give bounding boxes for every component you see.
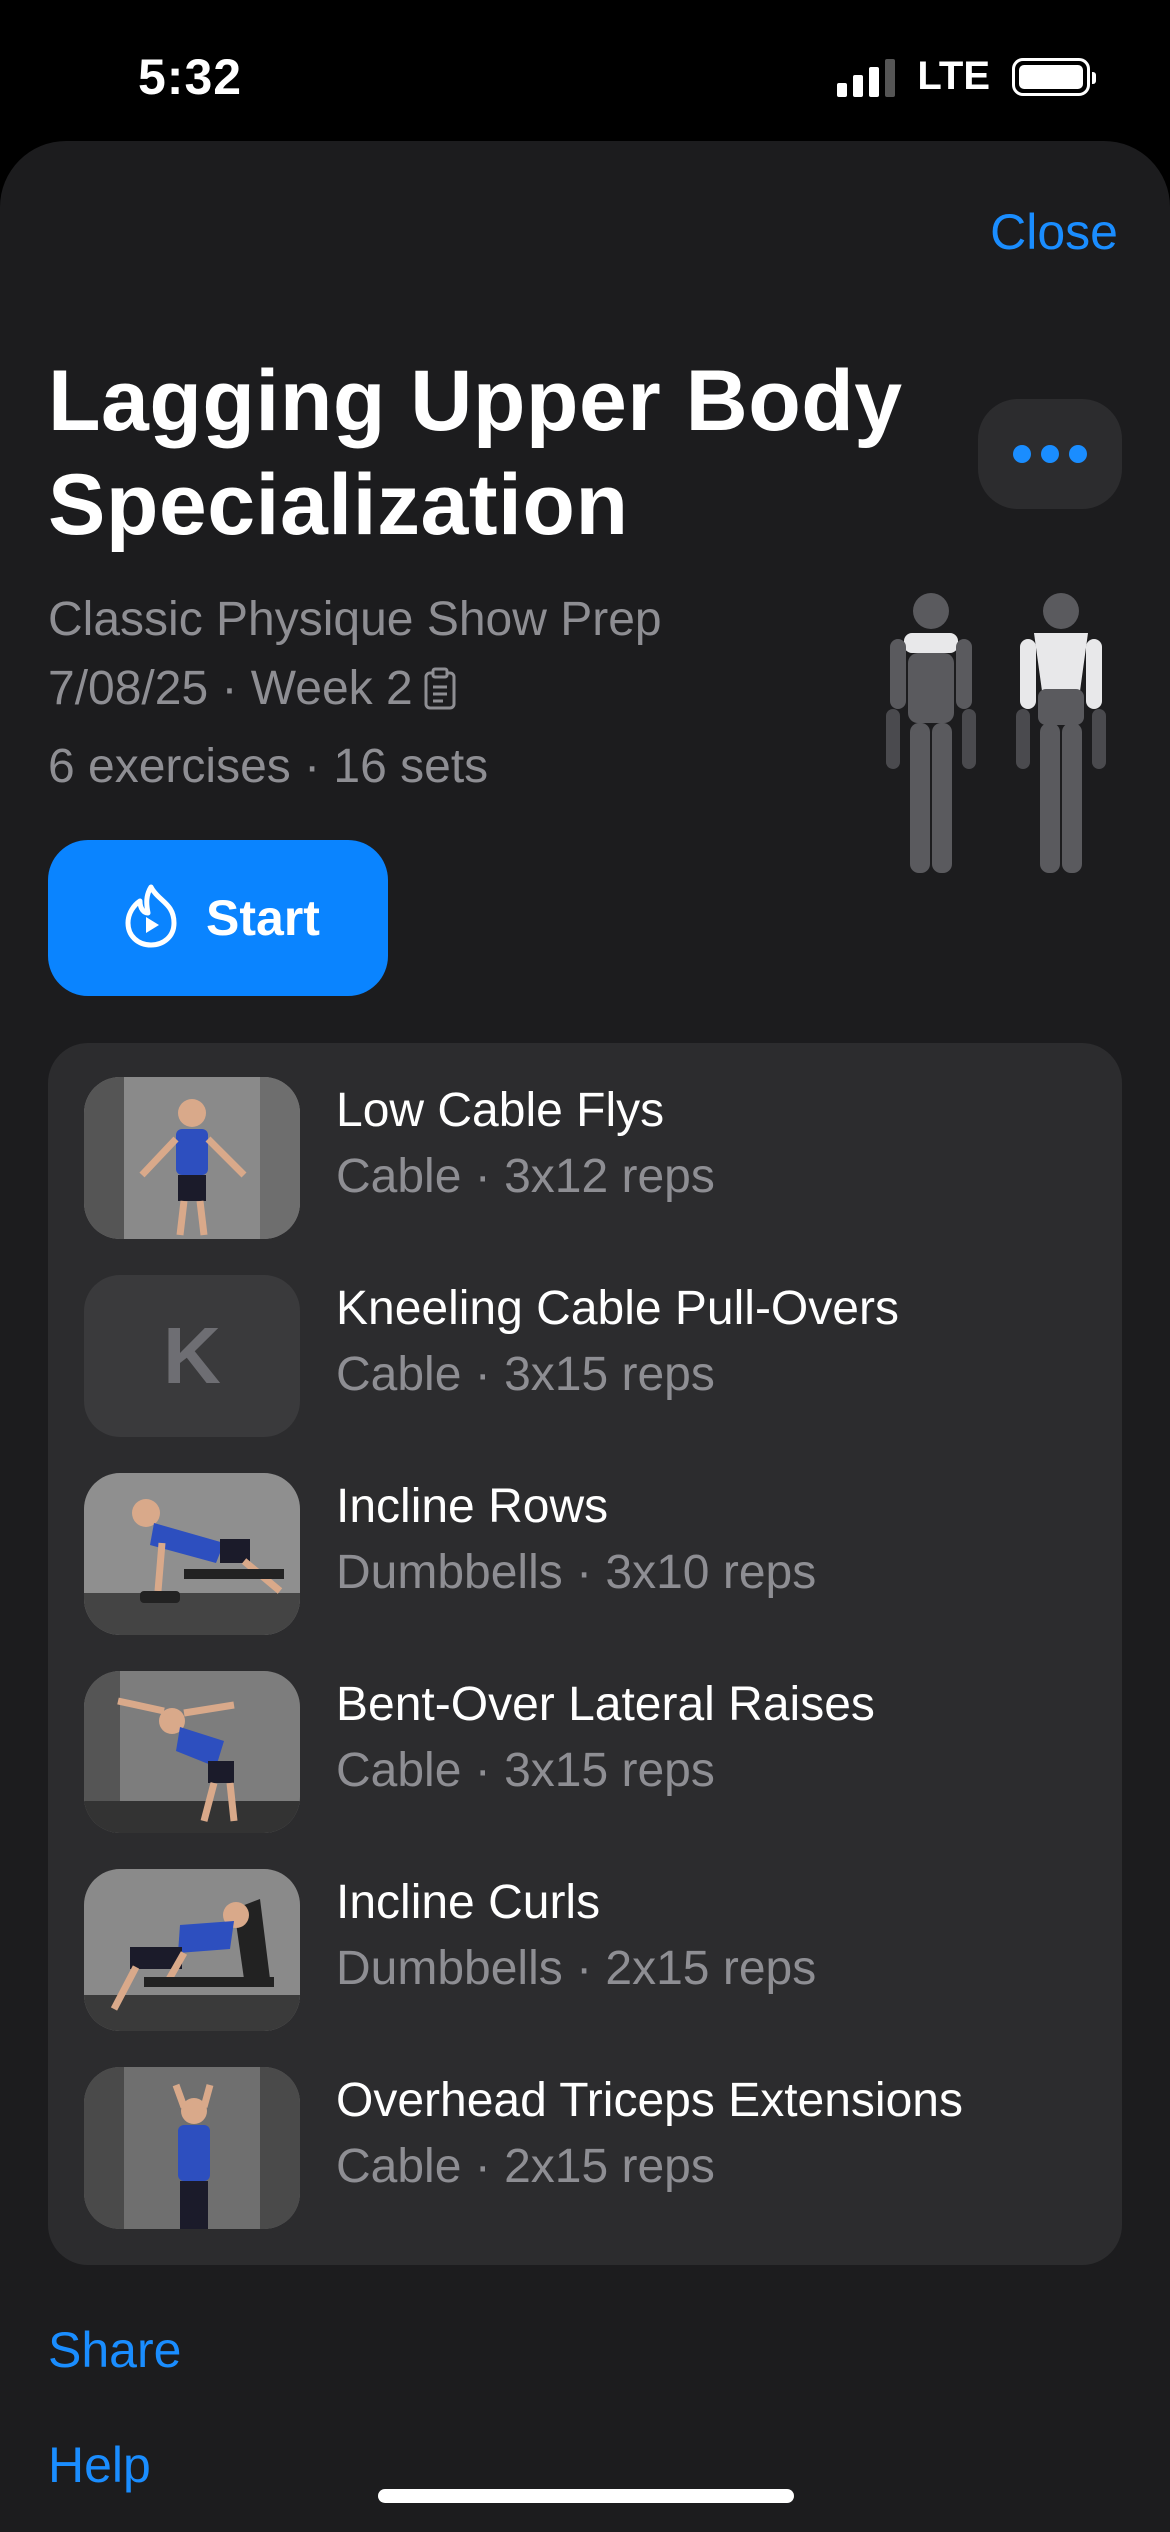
muscle-map-icon xyxy=(866,581,1126,881)
exercise-detail: Cable · 2x15 reps xyxy=(336,2140,715,2193)
exercise-detail: Dumbbells · 2x15 reps xyxy=(336,1942,817,1995)
exercise-name: Low Cable Flys xyxy=(336,1084,665,1137)
clipboard-icon[interactable] xyxy=(423,667,457,711)
exercise-row[interactable]: Overhead Triceps Extensions Cable · 2x15… xyxy=(48,2067,1122,2265)
more-options-button[interactable] xyxy=(978,399,1122,509)
ellipsis-dot xyxy=(1041,445,1059,463)
exercise-row[interactable]: Bent-Over Lateral Raises Cable · 3x15 re… xyxy=(48,1671,1122,1869)
flame-play-icon xyxy=(116,881,186,956)
exercise-name: Incline Rows xyxy=(336,1480,609,1533)
muscle-map-back xyxy=(1016,593,1106,873)
ellipsis-dot xyxy=(1069,445,1087,463)
muscle-map-front xyxy=(886,593,976,873)
exercise-detail: Cable · 3x12 reps xyxy=(336,1150,715,1203)
exercise-row[interactable]: Incline Rows Dumbbells · 3x10 reps xyxy=(48,1473,1122,1671)
exercise-name: Incline Curls xyxy=(336,1876,601,1929)
network-label: LTE xyxy=(917,54,990,98)
ellipsis-icon xyxy=(1013,445,1031,463)
share-link[interactable]: Share xyxy=(48,2321,181,2379)
close-button[interactable]: Close xyxy=(990,203,1118,261)
status-time: 5:32 xyxy=(138,49,243,105)
date-week-text: 7/08/25 · Week 2 xyxy=(48,662,413,715)
exercise-thumbnail xyxy=(84,1869,300,2031)
status-bar: 5:32 LTE xyxy=(0,0,1170,140)
exercise-row[interactable]: Incline Curls Dumbbells · 2x15 reps xyxy=(48,1869,1122,2067)
battery-icon xyxy=(1012,57,1096,96)
exercise-list: Low Cable Flys Cable · 3x12 reps K Kneel… xyxy=(48,1043,1122,2265)
exercise-name: Kneeling Cable Pull-Overs xyxy=(336,1282,899,1335)
exercise-detail: Dumbbells · 3x10 reps xyxy=(336,1546,817,1599)
exercise-row[interactable]: K Kneeling Cable Pull-Overs Cable · 3x15… xyxy=(48,1275,1122,1473)
exercise-letter-placeholder: K xyxy=(84,1275,300,1437)
help-link[interactable]: Help xyxy=(48,2436,151,2494)
start-label: Start xyxy=(206,890,320,946)
program-name: Classic Physique Show Prep xyxy=(48,593,662,646)
workout-date-week: 7/08/25 · Week 2 xyxy=(48,659,457,719)
signal-icon xyxy=(837,57,896,97)
exercise-row[interactable]: Low Cable Flys Cable · 3x12 reps xyxy=(48,1077,1122,1275)
exercise-thumbnail xyxy=(84,2067,300,2229)
status-indicators: LTE xyxy=(837,54,1096,99)
workout-summary: 6 exercises · 16 sets xyxy=(48,740,489,793)
exercise-thumbnail xyxy=(84,1473,300,1635)
exercise-detail: Cable · 3x15 reps xyxy=(336,1744,715,1797)
exercise-thumbnail xyxy=(84,1077,300,1239)
exercise-name: Bent-Over Lateral Raises xyxy=(336,1678,875,1731)
workout-sheet: Close Lagging Upper Body Specialization … xyxy=(0,141,1170,2532)
start-button[interactable]: Start xyxy=(48,840,388,996)
workout-title: Lagging Upper Body Specialization xyxy=(48,353,903,553)
exercise-name: Overhead Triceps Extensions xyxy=(336,2074,963,2127)
home-indicator[interactable] xyxy=(378,2489,794,2503)
exercise-detail: Cable · 3x15 reps xyxy=(336,1348,715,1401)
exercise-thumbnail xyxy=(84,1671,300,1833)
